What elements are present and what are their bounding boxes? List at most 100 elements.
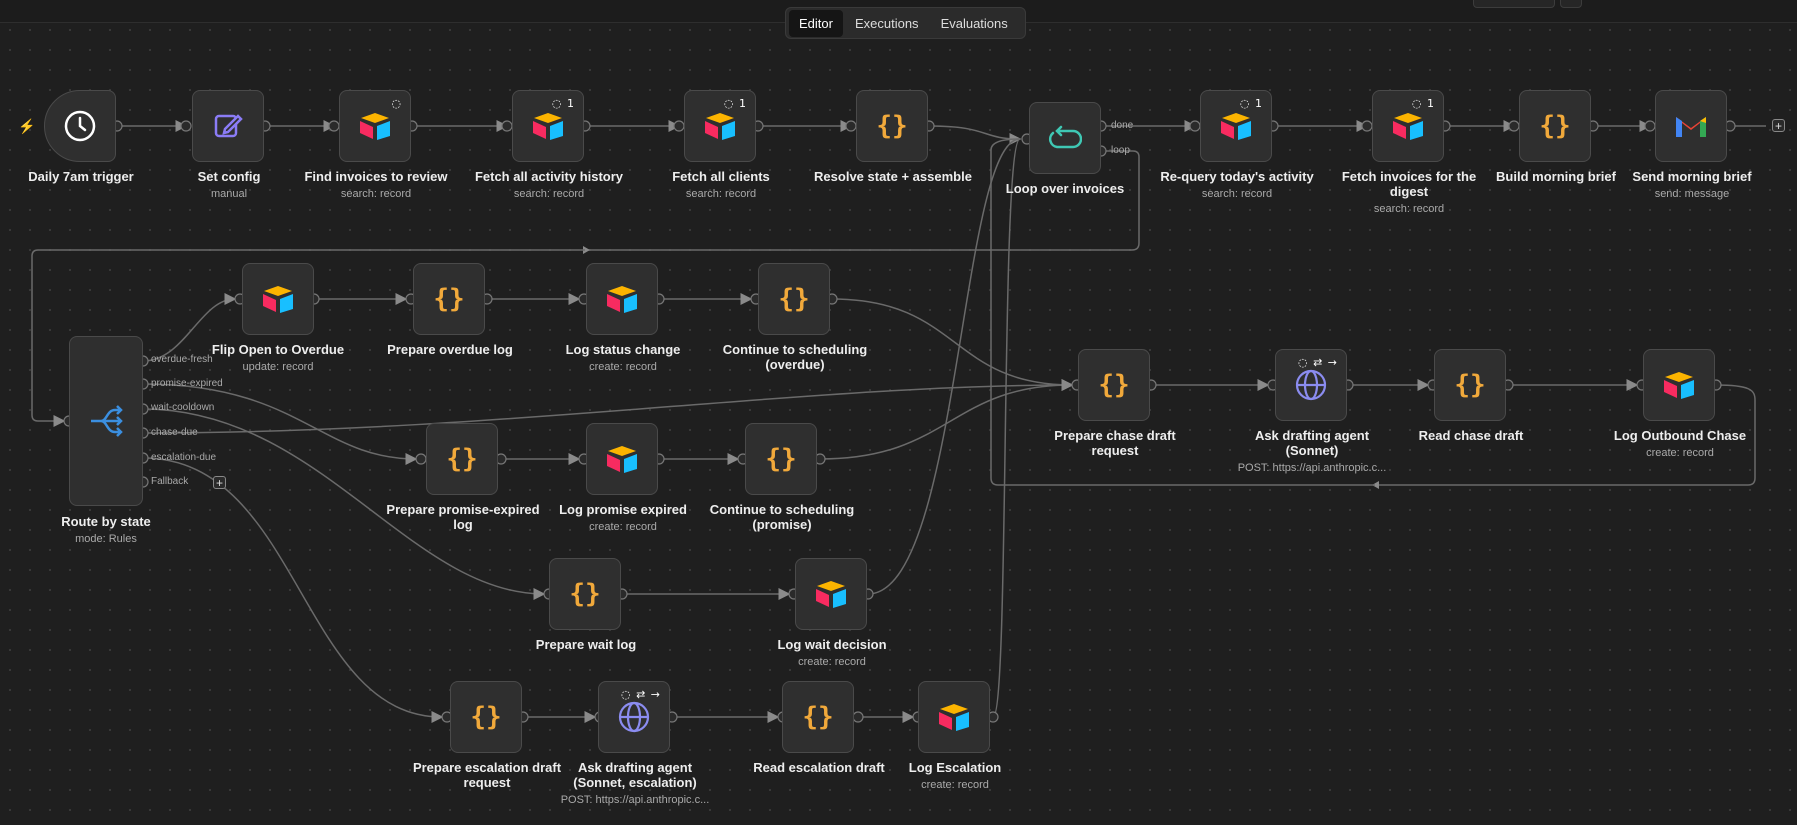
route-icon [91,405,123,437]
node-prepare-escalation[interactable]: {} [450,681,522,753]
node-fetch-clients[interactable]: ◌ 1 [684,90,756,162]
node-prepare-overdue-log[interactable]: {} [413,263,485,335]
airtable-icon [263,286,293,313]
node-resolve-state[interactable]: {} [856,90,928,162]
code-braces-icon: {} [446,444,478,474]
airtable-icon [939,704,969,731]
node-label: Set config manual [197,169,261,200]
node-fetch-digest[interactable]: ◌ 1 [1372,90,1444,162]
node-daily-trigger[interactable] [44,90,116,162]
airtable-icon [607,446,637,473]
node-loop-invoices[interactable] [1029,102,1101,174]
code-braces-icon: {} [470,702,502,732]
node-find-invoices[interactable]: ◌ [339,90,411,162]
node-prepare-promise[interactable]: {} [426,423,498,495]
node-route-state[interactable] [69,336,143,506]
node-label: Prepare escalation draft request [412,760,562,790]
node-label: Loop over invoices [1005,181,1125,196]
node-label: Fetch all clients search: record [672,169,770,200]
node-label: Log Escalation create: record [908,760,1002,791]
node-flip-overdue[interactable] [242,263,314,335]
globe-icon [618,701,650,733]
node-label: Prepare chase draft request [1054,428,1176,458]
code-braces-icon: {} [876,111,908,141]
code-braces-icon: {} [569,579,601,609]
node-prepare-wait[interactable]: {} [549,558,621,630]
node-prepare-chase[interactable]: {} [1078,349,1150,421]
node-badge: ◌ [391,97,402,110]
node-label: Fetch all activity history search: record [474,169,624,200]
node-label: Log wait decision create: record [777,637,887,668]
code-braces-icon: {} [765,444,797,474]
airtable-icon [1664,372,1694,399]
airtable-icon [533,113,563,140]
node-continue-promise[interactable]: {} [745,423,817,495]
node-label: Fetch invoices for the digest search: rec… [1341,169,1477,215]
clock-icon [64,110,96,142]
code-braces-icon: {} [1454,370,1486,400]
node-build-brief[interactable]: {} [1519,90,1591,162]
airtable-icon [607,286,637,313]
node-label: Prepare overdue log [387,342,513,357]
node-ask-sonnet[interactable]: ◌ ⇄ → [1275,349,1347,421]
node-send-brief[interactable] [1655,90,1727,162]
node-label: Prepare promise-expired log [386,502,540,532]
node-requery-activity[interactable]: ◌ 1 [1200,90,1272,162]
route-output-label: escalation-due [151,452,217,463]
port-label-loop: loop [1111,145,1130,156]
node-log-outbound[interactable] [1643,349,1715,421]
node-label: Prepare wait log [535,637,637,652]
code-braces-icon: {} [1539,111,1571,141]
globe-icon [1295,369,1327,401]
code-braces-icon: {} [802,702,834,732]
node-label: Log Outbound Chase create: record [1613,428,1747,459]
node-label: Daily 7am trigger [28,169,134,184]
node-badge: ◌ ⇄ → [1297,356,1338,369]
node-read-chase[interactable]: {} [1434,349,1506,421]
node-read-escalation[interactable]: {} [782,681,854,753]
node-label: Continue to scheduling (overdue) [722,342,868,372]
node-label: Send morning brief send: message [1632,169,1752,200]
node-label: Resolve state + assemble [814,169,972,184]
airtable-icon [816,581,846,608]
node-log-wait[interactable] [795,558,867,630]
code-braces-icon: {} [433,284,465,314]
code-braces-icon: {} [778,284,810,314]
node-badge: ◌ 1 [1239,97,1263,110]
node-set-config[interactable] [192,90,264,162]
node-label: Re-query today's activity search: record [1160,169,1314,200]
node-badge: ◌ ⇄ → [620,688,661,701]
node-log-promise[interactable] [586,423,658,495]
port-label-done: done [1111,120,1134,131]
loop-icon [1048,125,1082,149]
node-label: Log promise expired create: record [559,502,687,533]
node-badge: ◌ 1 [1411,97,1435,110]
airtable-icon [360,113,390,140]
airtable-icon [1393,113,1423,140]
node-badge: ◌ 1 [723,97,747,110]
node-log-status-change[interactable] [586,263,658,335]
node-ask-escalation[interactable]: ◌ ⇄ → [598,681,670,753]
node-continue-overdue[interactable]: {} [758,263,830,335]
node-label: Ask drafting agent (Sonnet) POST: https:/… [1237,428,1387,474]
add-node-button[interactable]: + [1772,119,1785,132]
route-output-label: Fallback [151,476,189,487]
node-label: Route by state mode: Rules [61,514,151,545]
node-label: Continue to scheduling (promise) [709,502,855,532]
route-output-label: promise-expired [151,378,223,389]
route-output-label: wait-cooldown [151,402,215,413]
edit-icon [214,114,243,138]
airtable-icon [705,113,735,140]
node-label: Log status change create: record [565,342,681,373]
code-braces-icon: {} [1098,370,1130,400]
trigger-bolt-icon: ⚡ [18,118,36,134]
node-label: Read chase draft [1418,428,1524,443]
node-fetch-activity[interactable]: ◌ 1 [512,90,584,162]
node-badge: ◌ 1 [551,97,575,110]
node-label: Flip Open to Overdue update: record [211,342,345,373]
node-log-escalation[interactable] [918,681,990,753]
add-fallback-button[interactable]: + [213,476,226,489]
node-label: Ask drafting agent (Sonnet, escalation) P… [560,760,710,806]
node-label: Find invoices to review search: record [304,169,448,200]
route-output-label: chase-due [151,427,198,438]
